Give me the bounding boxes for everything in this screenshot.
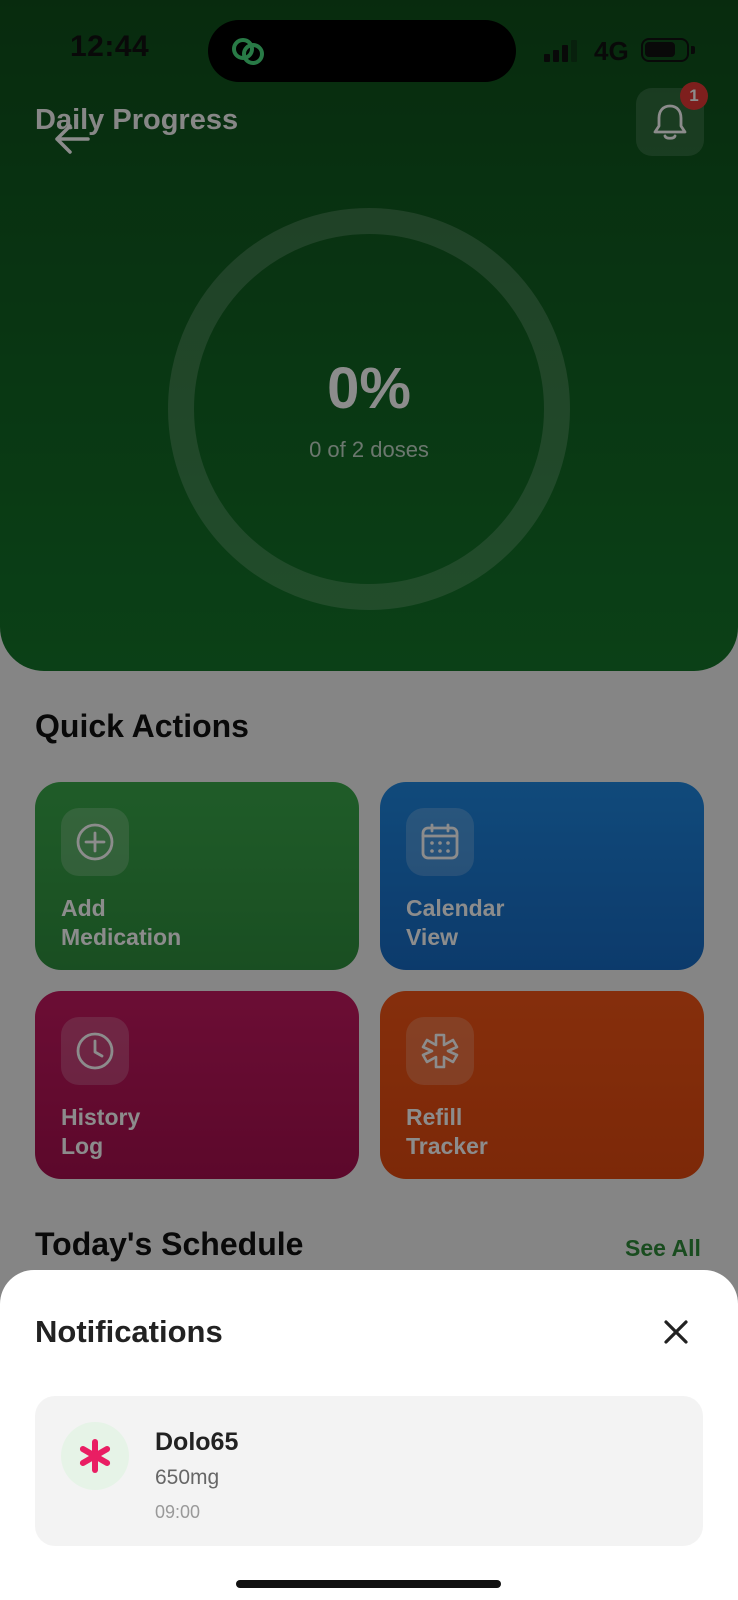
medication-dose: 650mg [155, 1466, 220, 1489]
close-icon [664, 1320, 688, 1344]
sheet-title: Notifications [35, 1314, 223, 1349]
close-button[interactable] [654, 1310, 698, 1354]
notification-item[interactable]: Dolo65 650mg 09:00 [35, 1396, 703, 1546]
app-screen: Daily Progress 1 0% 0 of 2 doses 12:44 4… [0, 0, 738, 1600]
home-indicator [236, 1580, 501, 1588]
medication-time: 09:00 [155, 1502, 201, 1522]
asterisk-icon [79, 1439, 111, 1473]
notifications-sheet: Notifications Dolo65 650mg 09:00 [0, 1270, 738, 1600]
medication-name: Dolo65 [155, 1428, 239, 1456]
